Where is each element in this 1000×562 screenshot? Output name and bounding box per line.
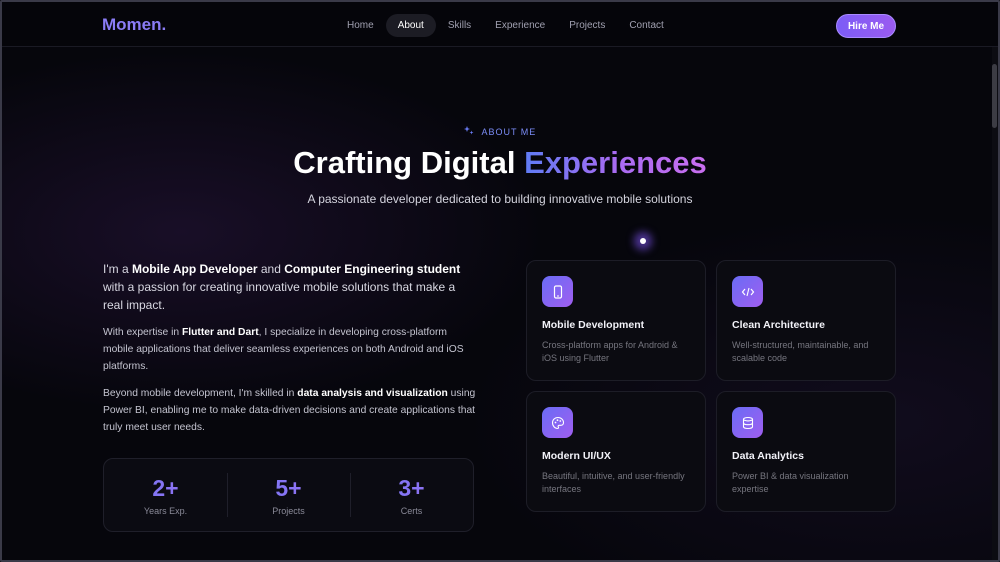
card-title: Data Analytics	[732, 450, 804, 462]
stat-years: 2+ Years Exp.	[104, 459, 227, 531]
section-tag-label: ABOUT ME	[481, 127, 537, 137]
palette-icon	[542, 407, 573, 438]
nav-link-contact[interactable]: Contact	[617, 14, 675, 37]
nav-link-skills[interactable]: Skills	[436, 14, 483, 37]
hire-me-button[interactable]: Hire Me	[836, 14, 896, 38]
stat-value: 5+	[227, 475, 350, 502]
stats-panel: 2+ Years Exp. 5+ Projects 3+ Certs	[103, 458, 474, 532]
stat-label: Projects	[272, 506, 305, 516]
scrollbar-thumb[interactable]	[992, 64, 997, 128]
page-frame: Momen. Home About Skills Experience Proj…	[0, 0, 1000, 562]
card-data-analytics[interactable]: Data Analytics Power BI & data visualiza…	[716, 391, 896, 512]
stat-projects: 5+ Projects	[227, 459, 350, 531]
card-description: Well-structured, maintainable, and scala…	[732, 340, 869, 363]
stat-certs: 3+ Certs	[350, 459, 473, 531]
stat-value: 2+	[104, 475, 227, 502]
card-title: Clean Architecture	[732, 319, 825, 331]
database-icon	[732, 407, 763, 438]
title-plain: Crafting Digital	[293, 145, 516, 180]
stat-label: Years Exp.	[143, 506, 188, 516]
navbar: Momen. Home About Skills Experience Proj…	[2, 2, 998, 47]
page-title: Crafting Digital Experiences	[2, 145, 998, 181]
nav-link-about[interactable]: About	[385, 14, 436, 37]
mobile-icon	[542, 276, 573, 307]
about-paragraph-2: With expertise in Flutter and Dart, I sp…	[103, 327, 464, 372]
card-title: Mobile Development	[542, 319, 645, 331]
sparkle-icon	[463, 126, 478, 138]
nav-link-projects[interactable]: Projects	[557, 14, 617, 37]
title-accent: Experiences	[524, 145, 707, 180]
card-clean-architecture[interactable]: Clean Architecture Well-structured, main…	[716, 260, 896, 381]
card-title: Modern UI/UX	[542, 450, 611, 462]
card-modern-ui-ux[interactable]: Modern UI/UX Beautiful, intuitive, and u…	[526, 391, 706, 512]
logo[interactable]: Momen.	[102, 15, 166, 35]
section-tag: ABOUT ME	[2, 126, 998, 138]
glow-dot	[640, 238, 646, 244]
card-description: Cross-platform apps for Android & iOS us…	[542, 340, 678, 363]
card-description: Power BI & data visualization expertise	[732, 471, 849, 494]
about-paragraph-3: Beyond mobile development, I'm skilled i…	[103, 388, 476, 433]
page-subtitle: A passionate developer dedicated to buil…	[307, 192, 693, 206]
stat-label: Certs	[400, 506, 423, 516]
about-paragraph-1: I'm a Mobile App Developer and Computer …	[103, 262, 461, 312]
card-description: Beautiful, intuitive, and user-friendly …	[542, 471, 685, 494]
nav-links: Home About Skills Experience Projects Co…	[335, 14, 676, 37]
card-mobile-development[interactable]: Mobile Development Cross-platform apps f…	[526, 260, 706, 381]
code-icon	[732, 276, 763, 307]
about-text: I'm a Mobile App Developer and Computer …	[103, 260, 478, 446]
nav-link-experience[interactable]: Experience	[483, 14, 557, 37]
stat-value: 3+	[350, 475, 473, 502]
nav-link-home[interactable]: Home	[335, 14, 386, 37]
